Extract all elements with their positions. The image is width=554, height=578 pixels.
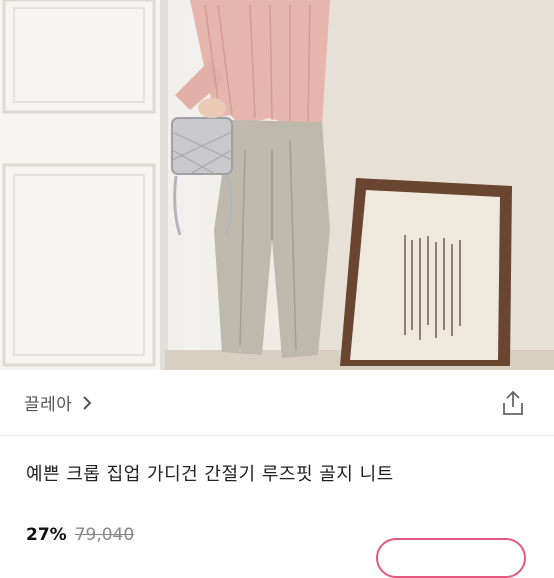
share-icon[interactable] <box>500 389 526 417</box>
discount-rate: 27% <box>26 525 67 545</box>
original-price: 79,040 <box>74 525 135 545</box>
price-row: 27% 79,040 <box>26 525 134 545</box>
seller-link[interactable]: 끌레아 <box>24 390 92 415</box>
product-title: 예쁜 크롭 집업 가디건 간절기 루즈핏 골지 니트 <box>26 464 394 485</box>
seller-name: 끌레아 <box>24 395 73 415</box>
action-button[interactable] <box>376 538 526 578</box>
chevron-right-icon <box>83 395 92 410</box>
product-photo[interactable] <box>0 0 554 370</box>
product-photo-illustration <box>0 0 554 370</box>
seller-row: 끌레아 <box>0 370 554 436</box>
